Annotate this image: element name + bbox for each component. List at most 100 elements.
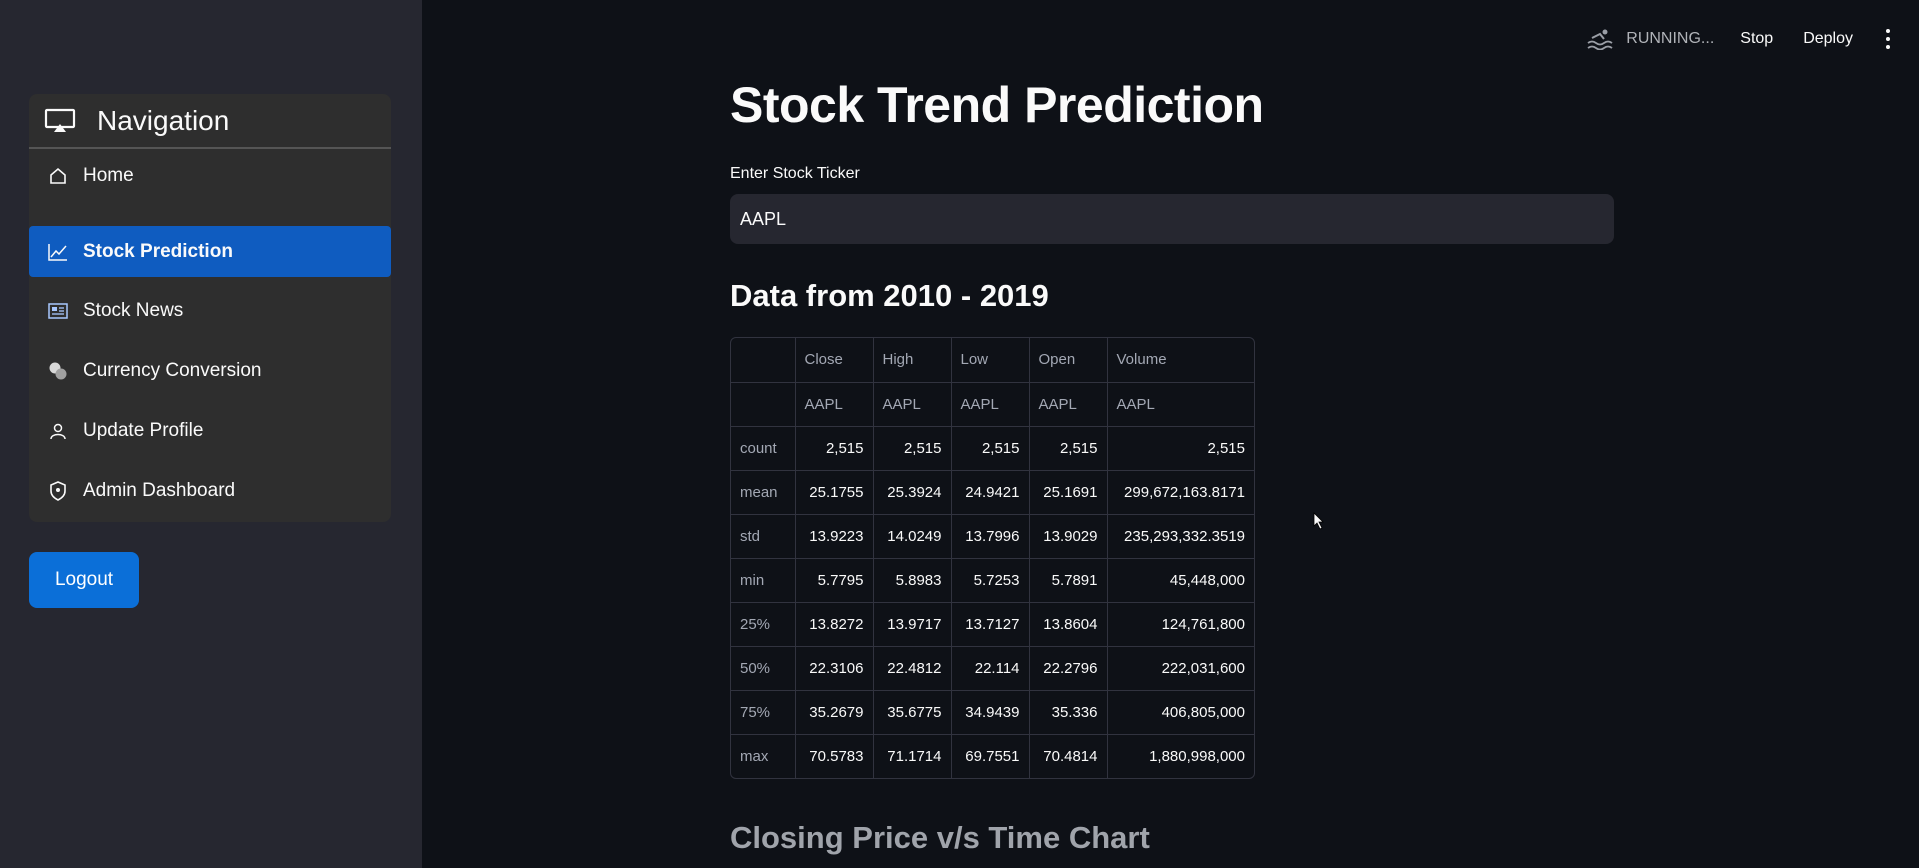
sidebar-item-label: Stock Prediction (83, 240, 233, 262)
ticker-input-label: Enter Stock Ticker (730, 165, 860, 182)
table-cell: 25.1755 (795, 470, 874, 515)
table-cell: 13.9717 (873, 602, 952, 647)
table-cell: 406,805,000 (1107, 690, 1254, 735)
table-cell: 14.0249 (873, 514, 952, 559)
row-label: std (731, 514, 796, 559)
table-row: 25% 13.8272 13.9717 13.7127 13.8604 124,… (731, 602, 1254, 647)
table-cell: 299,672,163.8171 (1107, 470, 1254, 515)
table-cell: 69.7551 (951, 734, 1030, 778)
table-cell: 70.5783 (795, 734, 874, 778)
table-cell: 35.2679 (795, 690, 874, 735)
newspaper-icon (47, 300, 69, 322)
table-cell: 2,515 (951, 426, 1030, 471)
swimmer-icon (1586, 28, 1614, 51)
table-row: std 13.9223 14.0249 13.7996 13.9029 235,… (731, 514, 1254, 559)
sidebar-item-label: Home (83, 165, 134, 186)
stop-button[interactable]: Stop (1740, 30, 1773, 48)
column-header[interactable]: High (873, 338, 952, 383)
table-cell: 24.9421 (951, 470, 1030, 515)
table-corner-cell (731, 382, 796, 427)
table-cell: 25.1691 (1029, 470, 1108, 515)
row-label: max (731, 734, 796, 778)
table-cell: 2,515 (1107, 426, 1254, 471)
main-menu-icon[interactable] (1883, 29, 1893, 49)
table-cell: 34.9439 (951, 690, 1030, 735)
row-label: min (731, 558, 796, 603)
table-cell: 235,293,332.3519 (1107, 514, 1254, 559)
table-cell: 22.114 (951, 646, 1030, 691)
table-cell: 13.8604 (1029, 602, 1108, 647)
mouse-cursor-icon (1313, 512, 1325, 535)
table-cell: 45,448,000 (1107, 558, 1254, 603)
table-cell: 5.7795 (795, 558, 874, 603)
sidebar: Navigation Home Stock Prediction Stock N… (0, 0, 422, 868)
navigation-header: Navigation (29, 94, 391, 149)
table-ticker-row: AAPL AAPL AAPL AAPL AAPL (731, 382, 1254, 427)
table-cell: 2,515 (795, 426, 874, 471)
table-cell: 13.9223 (795, 514, 874, 559)
deploy-button[interactable]: Deploy (1803, 30, 1853, 48)
row-label: 50% (731, 646, 796, 691)
table-cell: 13.9029 (1029, 514, 1108, 559)
table-cell: 5.7253 (951, 558, 1030, 603)
sidebar-item-label: Currency Conversion (83, 360, 262, 381)
table-row: min 5.7795 5.8983 5.7253 5.7891 45,448,0… (731, 558, 1254, 603)
section-title-data: Data from 2010 - 2019 (730, 278, 1049, 313)
sidebar-item-stock-news[interactable]: Stock News (29, 286, 391, 336)
sidebar-item-label: Stock News (83, 300, 184, 321)
sidebar-item-currency-conversion[interactable]: Currency Conversion (29, 346, 391, 396)
sidebar-item-label: Admin Dashboard (83, 480, 236, 501)
navigation-title: Navigation (97, 104, 230, 136)
table-row: 50% 22.3106 22.4812 22.114 22.2796 222,0… (731, 646, 1254, 691)
stats-table: Close High Low Open Volume AAPL AAPL AAP… (730, 337, 1255, 779)
table-cell: 222,031,600 (1107, 646, 1254, 691)
running-status: RUNNING... (1586, 28, 1714, 51)
table-header-row: Close High Low Open Volume (731, 338, 1254, 383)
ticker-input[interactable] (730, 194, 1614, 244)
shield-icon (47, 480, 69, 502)
column-header[interactable]: Open (1029, 338, 1108, 383)
page-title: Stock Trend Prediction (730, 77, 1264, 133)
top-toolbar: RUNNING... Stop Deploy (1586, 24, 1919, 54)
sidebar-item-label: Update Profile (83, 420, 204, 441)
sidebar-item-home[interactable]: Home (29, 151, 391, 201)
ticker-header: AAPL (951, 382, 1030, 427)
table-cell: 5.7891 (1029, 558, 1108, 603)
table-cell: 13.7996 (951, 514, 1030, 559)
sidebar-item-stock-prediction[interactable]: Stock Prediction (29, 226, 391, 277)
airplay-icon (43, 107, 77, 135)
table-cell: 5.8983 (873, 558, 952, 603)
table-row: 75% 35.2679 35.6775 34.9439 35.336 406,8… (731, 690, 1254, 735)
ticker-header: AAPL (795, 382, 874, 427)
table-cell: 22.3106 (795, 646, 874, 691)
table-cell: 124,761,800 (1107, 602, 1254, 647)
table-cell: 13.8272 (795, 602, 874, 647)
table-cell: 22.4812 (873, 646, 952, 691)
chart-line-icon (47, 241, 69, 263)
row-label: 25% (731, 602, 796, 647)
ticker-header: AAPL (1107, 382, 1254, 427)
row-label: mean (731, 470, 796, 515)
row-label: 75% (731, 690, 796, 735)
person-icon (47, 420, 69, 442)
sidebar-item-update-profile[interactable]: Update Profile (29, 406, 391, 456)
table-cell: 35.6775 (873, 690, 952, 735)
table-cell: 35.336 (1029, 690, 1108, 735)
ticker-header: AAPL (1029, 382, 1108, 427)
column-header[interactable]: Close (795, 338, 874, 383)
coins-icon (47, 360, 69, 382)
table-cell: 1,880,998,000 (1149, 747, 1245, 765)
table-row: count 2,515 2,515 2,515 2,515 2,515 (731, 426, 1254, 471)
ticker-header: AAPL (873, 382, 952, 427)
row-label: count (731, 426, 796, 471)
table-cell: 25.3924 (873, 470, 952, 515)
logout-button[interactable]: Logout (29, 552, 139, 608)
section-title-chart: Closing Price v/s Time Chart (730, 820, 1150, 855)
table-corner-cell (731, 338, 796, 383)
sidebar-item-admin-dashboard[interactable]: Admin Dashboard (29, 466, 391, 516)
column-header[interactable]: Volume (1107, 338, 1254, 383)
column-header[interactable]: Low (951, 338, 1030, 383)
table-cell: 70.4814 (1029, 734, 1108, 778)
table-cell: 22.2796 (1029, 646, 1108, 691)
table-cell: 71.1714 (873, 734, 952, 778)
